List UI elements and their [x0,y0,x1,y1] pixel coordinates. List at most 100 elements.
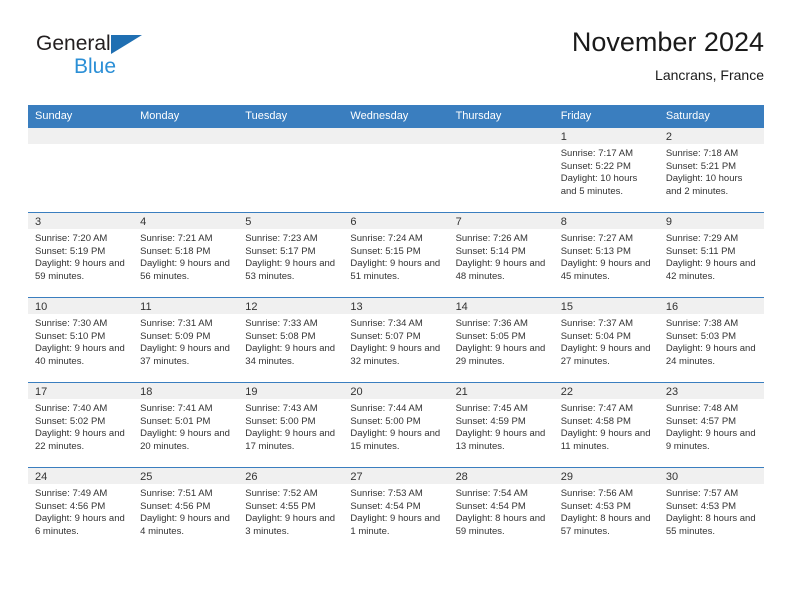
day-number: 10 [28,298,134,314]
daylight-text: Daylight: 10 hours and 2 minutes. [665,173,743,197]
weekday-header-wednesday: Wednesday [343,105,449,128]
sunset-text: Sunset: 5:13 PM [560,245,631,257]
daylight-text: Daylight: 9 hours and 45 minutes. [560,258,651,282]
day-number: 14 [448,298,554,314]
day-number: 21 [448,383,554,399]
calendar-day-cell[interactable]: 26 Sunrise: 7:52 AM Sunset: 4:55 PM Dayligh… [238,467,344,552]
calendar-day-cell[interactable]: 23 Sunrise: 7:48 AM Sunset: 4:57 PM Dayligh… [658,382,764,468]
calendar-day-cell[interactable]: 15 Sunrise: 7:37 AM Sunset: 5:04 PM Dayligh… [553,297,659,383]
calendar-day-cell[interactable]: 12 Sunrise: 7:33 AM Sunset: 5:08 PM Dayligh… [238,297,344,383]
calendar-day-cell[interactable]: 11 Sunrise: 7:31 AM Sunset: 5:09 PM Dayligh… [133,297,239,383]
daylight-text: Daylight: 10 hours and 5 minutes. [560,173,638,197]
calendar-day-cell[interactable]: 20 Sunrise: 7:44 AM Sunset: 5:00 PM Dayligh… [343,382,449,468]
calendar-body: 1 Sunrise: 7:17 AM Sunset: 5:22 PM Daylight… [28,127,764,552]
day-number: 13 [343,298,449,314]
day-sun-info: Sunrise: 7:57 AM Sunset: 4:53 PM Daylight:… [659,484,764,538]
day-sun-info: Sunrise: 7:49 AM Sunset: 4:56 PM Daylight:… [28,484,133,538]
sunrise-text: Sunrise: 7:51 AM [140,488,213,499]
sunset-text: Sunset: 5:00 PM [350,415,421,427]
day-number: 5 [238,213,344,229]
sunrise-text: Sunrise: 7:38 AM [665,318,739,329]
calendar-week-row: 1 Sunrise: 7:17 AM Sunset: 5:22 PM Daylight… [28,127,764,213]
day-number-band [133,128,239,144]
calendar-day-cell[interactable]: 18 Sunrise: 7:41 AM Sunset: 5:01 PM Dayligh… [133,382,239,468]
sunrise-text: Sunrise: 7:21 AM [140,233,213,244]
daylight-text: Daylight: 9 hours and 32 minutes. [350,343,441,367]
calendar-day-cell[interactable]: 25 Sunrise: 7:51 AM Sunset: 4:56 PM Dayligh… [133,467,239,552]
generalblue-logo[interactable]: General Blue [36,32,216,94]
day-sun-info: Sunrise: 7:17 AM Sunset: 5:22 PM Daylight:… [554,144,659,198]
sunrise-text: Sunrise: 7:30 AM [35,318,108,329]
calendar-day-cell[interactable]: 7 Sunrise: 7:26 AM Sunset: 5:14 PM Daylight… [448,212,554,298]
calendar-day-cell[interactable]: 29 Sunrise: 7:56 AM Sunset: 4:53 PM Dayligh… [553,467,659,552]
sunset-text: Sunset: 5:22 PM [560,160,631,172]
daylight-text: Daylight: 9 hours and 51 minutes. [350,258,441,282]
calendar-day-cell[interactable]: 22 Sunrise: 7:47 AM Sunset: 4:58 PM Dayligh… [553,382,659,468]
calendar-day-cell[interactable]: 4 Sunrise: 7:21 AM Sunset: 5:18 PM Daylight… [133,212,239,298]
sunrise-text: Sunrise: 7:24 AM [350,233,423,244]
sunset-text: Sunset: 5:18 PM [140,245,211,257]
calendar-day-cell[interactable]: 8 Sunrise: 7:27 AM Sunset: 5:13 PM Daylight… [553,212,659,298]
daylight-text: Daylight: 9 hours and 48 minutes. [455,258,546,282]
daylight-text: Daylight: 9 hours and 22 minutes. [35,428,125,452]
calendar-day-cell[interactable]: 24 Sunrise: 7:49 AM Sunset: 4:56 PM Dayligh… [28,467,134,552]
day-sun-info: Sunrise: 7:53 AM Sunset: 4:54 PM Daylight:… [343,484,448,538]
weekday-header-sunday: Sunday [28,105,134,128]
sunrise-text: Sunrise: 7:57 AM [665,488,739,499]
page-title: November 2024 [571,27,764,57]
day-number: 3 [28,213,134,229]
calendar-day-cell[interactable]: 13 Sunrise: 7:34 AM Sunset: 5:07 PM Dayligh… [343,297,449,383]
calendar-day-cell-empty [343,127,449,213]
calendar-day-cell[interactable]: 5 Sunrise: 7:23 AM Sunset: 5:17 PM Daylight… [238,212,344,298]
day-sun-info: Sunrise: 7:24 AM Sunset: 5:15 PM Daylight:… [343,229,448,283]
daylight-text: Daylight: 9 hours and 6 minutes. [35,513,125,537]
daylight-text: Daylight: 9 hours and 42 minutes. [665,258,756,282]
sunrise-text: Sunrise: 7:40 AM [35,403,108,414]
day-number: 23 [658,383,764,399]
sunset-text: Sunset: 5:17 PM [245,245,316,257]
sunrise-text: Sunrise: 7:27 AM [560,233,634,244]
sunset-text: Sunset: 5:07 PM [350,330,421,342]
day-sun-info: Sunrise: 7:21 AM Sunset: 5:18 PM Daylight:… [133,229,238,283]
day-number: 11 [133,298,239,314]
calendar-day-cell[interactable]: 1 Sunrise: 7:17 AM Sunset: 5:22 PM Daylight… [553,127,659,213]
day-number: 1 [553,128,659,144]
sunrise-text: Sunrise: 7:33 AM [245,318,318,329]
sunrise-text: Sunrise: 7:29 AM [665,233,739,244]
sunrise-text: Sunrise: 7:37 AM [560,318,634,329]
calendar-day-cell[interactable]: 3 Sunrise: 7:20 AM Sunset: 5:19 PM Daylight… [28,212,134,298]
sunset-text: Sunset: 4:56 PM [140,500,211,512]
day-number: 29 [553,468,659,484]
sunrise-text: Sunrise: 7:56 AM [560,488,634,499]
daylight-text: Daylight: 8 hours and 57 minutes. [560,513,651,537]
calendar-day-cell[interactable]: 14 Sunrise: 7:36 AM Sunset: 5:05 PM Dayligh… [448,297,554,383]
day-sun-info: Sunrise: 7:26 AM Sunset: 5:14 PM Daylight:… [449,229,554,283]
calendar-day-cell[interactable]: 2 Sunrise: 7:18 AM Sunset: 5:21 PM Daylight… [658,127,764,213]
calendar-day-cell[interactable]: 16 Sunrise: 7:38 AM Sunset: 5:03 PM Dayligh… [658,297,764,383]
day-number: 16 [658,298,764,314]
day-sun-info: Sunrise: 7:37 AM Sunset: 5:04 PM Daylight:… [554,314,659,368]
calendar-day-cell[interactable]: 9 Sunrise: 7:29 AM Sunset: 5:11 PM Daylight… [658,212,764,298]
day-sun-info: Sunrise: 7:45 AM Sunset: 4:59 PM Daylight:… [449,399,554,453]
sunrise-text: Sunrise: 7:52 AM [245,488,318,499]
day-number: 26 [238,468,344,484]
day-number: 8 [553,213,659,229]
calendar-day-cell[interactable]: 17 Sunrise: 7:40 AM Sunset: 5:02 PM Dayligh… [28,382,134,468]
daylight-text: Daylight: 9 hours and 27 minutes. [560,343,651,367]
calendar-day-cell[interactable]: 10 Sunrise: 7:30 AM Sunset: 5:10 PM Dayligh… [28,297,134,383]
calendar-day-cell[interactable]: 21 Sunrise: 7:45 AM Sunset: 4:59 PM Dayligh… [448,382,554,468]
calendar-day-cell[interactable]: 30 Sunrise: 7:57 AM Sunset: 4:53 PM Dayligh… [658,467,764,552]
sunrise-text: Sunrise: 7:31 AM [140,318,213,329]
calendar-day-cell[interactable]: 27 Sunrise: 7:53 AM Sunset: 4:54 PM Dayligh… [343,467,449,552]
calendar-day-cell[interactable]: 19 Sunrise: 7:43 AM Sunset: 5:00 PM Dayligh… [238,382,344,468]
weekday-header-friday: Friday [553,105,659,128]
calendar-day-cell[interactable]: 28 Sunrise: 7:54 AM Sunset: 4:54 PM Dayligh… [448,467,554,552]
sunset-text: Sunset: 5:05 PM [455,330,526,342]
daylight-text: Daylight: 9 hours and 24 minutes. [665,343,756,367]
daylight-text: Daylight: 9 hours and 17 minutes. [245,428,336,452]
calendar-day-cell[interactable]: 6 Sunrise: 7:24 AM Sunset: 5:15 PM Daylight… [343,212,449,298]
sunset-text: Sunset: 5:19 PM [35,245,106,257]
sunrise-text: Sunrise: 7:45 AM [455,403,528,414]
day-sun-info: Sunrise: 7:29 AM Sunset: 5:11 PM Daylight:… [659,229,764,283]
day-number: 6 [343,213,449,229]
